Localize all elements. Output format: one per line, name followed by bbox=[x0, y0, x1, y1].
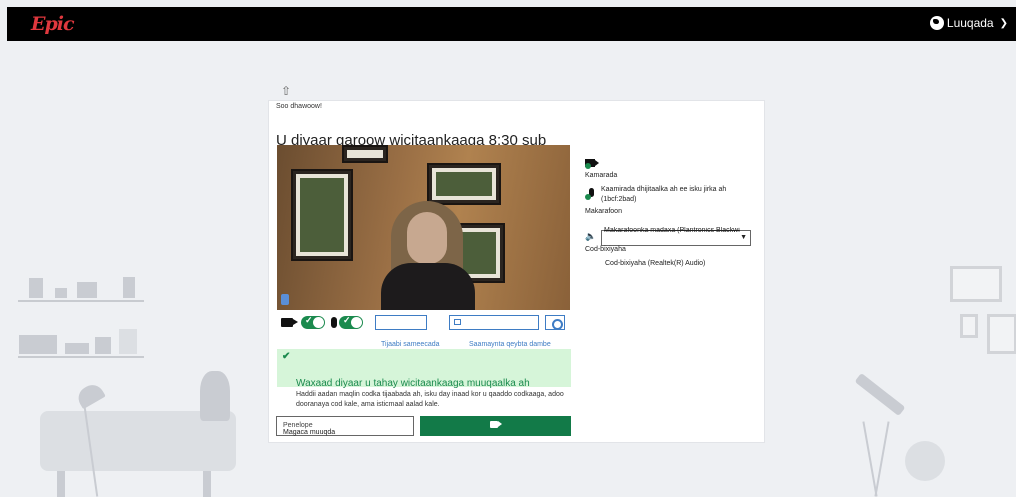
picture-frame bbox=[291, 169, 353, 261]
microphone-toggle[interactable]: ✓ bbox=[331, 315, 363, 330]
microphone-label: Makarafoon bbox=[585, 208, 622, 215]
plant-decoration bbox=[29, 278, 43, 298]
frame-decoration bbox=[95, 337, 111, 354]
speaker-icon: 🔈 bbox=[585, 231, 597, 241]
sofa-leg bbox=[203, 471, 211, 497]
chevron-down-icon: ▼ bbox=[740, 234, 747, 241]
language-label: Luuqada bbox=[946, 16, 994, 30]
camera-toggle[interactable]: ✓ bbox=[281, 315, 325, 330]
media-controls: ✓ ✓ bbox=[277, 312, 570, 333]
camera-label: Kamarada bbox=[585, 172, 618, 179]
plant-decoration bbox=[905, 441, 945, 481]
display-name-value: Penelope bbox=[283, 422, 313, 429]
checkmark-icon: ✔ bbox=[282, 351, 291, 362]
display-name-field[interactable]: Penelope Magaca muuqda bbox=[276, 416, 414, 436]
box-decoration bbox=[119, 329, 137, 354]
wall-frame bbox=[950, 266, 1002, 302]
microphone-icon bbox=[331, 317, 337, 328]
camera-device-id: (1bcf:2bad) bbox=[601, 196, 637, 203]
display-name-label: Magaca muuqda bbox=[283, 429, 336, 436]
top-bar: Epic Luuqada ❯ bbox=[7, 7, 1016, 41]
cup-decoration bbox=[55, 288, 67, 298]
shelf bbox=[18, 300, 144, 302]
settings-button[interactable] bbox=[545, 315, 565, 330]
chevron-down-icon: ❯ bbox=[999, 17, 1008, 29]
background-effects-caption[interactable]: Saamaynta qeybta dambe bbox=[469, 341, 551, 348]
greeting-text: Soo dhawoow! bbox=[276, 103, 322, 110]
join-call-button[interactable] bbox=[420, 416, 571, 436]
camera-device-value[interactable]: Kaamirada dhijitaalka ah ee isku jirka a… bbox=[601, 186, 726, 193]
telescope-decoration bbox=[854, 372, 906, 417]
globe-icon bbox=[929, 16, 944, 30]
image-icon bbox=[454, 319, 461, 325]
speaker-label: Cod-bixiyaha bbox=[585, 246, 626, 253]
wall-frame bbox=[960, 314, 978, 338]
lock-icon bbox=[281, 294, 289, 305]
lamp-shade bbox=[74, 380, 106, 410]
car-decoration bbox=[65, 343, 89, 354]
plant-decoration bbox=[200, 371, 230, 421]
radio-decoration bbox=[19, 335, 57, 354]
sofa-leg bbox=[57, 471, 65, 497]
background-effects-button[interactable] bbox=[449, 315, 539, 330]
camera-toggle-switch[interactable]: ✓ bbox=[301, 315, 325, 329]
picture-frame bbox=[342, 145, 388, 163]
picture-frame bbox=[427, 163, 501, 205]
telescope-leg bbox=[874, 421, 890, 497]
video-camera-icon bbox=[490, 421, 502, 428]
camera-status-dot bbox=[585, 163, 591, 169]
microphone-select[interactable]: Makarafoonka madaxa (Plantronics Blackwi… bbox=[601, 227, 751, 246]
microphone-select-value: Makarafoonka madaxa (Plantronics Blackwi bbox=[604, 227, 740, 234]
speaker-device-value[interactable]: Cod-bixiyaha (Realtek(R) Audio) bbox=[605, 260, 705, 267]
microphone-status-dot bbox=[585, 194, 591, 200]
video-camera-icon bbox=[281, 318, 298, 327]
language-selector[interactable]: Luuqada ❯ bbox=[929, 16, 1008, 30]
video-preview bbox=[277, 145, 570, 310]
wall-frame bbox=[987, 314, 1016, 354]
test-speaker-button[interactable] bbox=[375, 315, 427, 330]
epic-logo: Epic bbox=[31, 13, 75, 35]
ready-status-title: Waxaad diyaar u tahay wicitaankaaga muuq… bbox=[296, 378, 530, 389]
test-speaker-caption[interactable]: Tijaabi sameecada bbox=[381, 341, 440, 348]
shelf bbox=[18, 356, 144, 358]
mouse-cursor-icon: ⇧ bbox=[281, 84, 292, 98]
frame-decoration bbox=[123, 277, 135, 298]
microphone-toggle-switch[interactable]: ✓ bbox=[339, 315, 363, 329]
ready-status-body: Haddii aadan maqlin codka tijaabada ah, … bbox=[296, 391, 564, 408]
books-decoration bbox=[77, 282, 97, 298]
prejoin-card: Soo dhawoow! U diyaar garoow wicitaankaa… bbox=[268, 100, 765, 443]
